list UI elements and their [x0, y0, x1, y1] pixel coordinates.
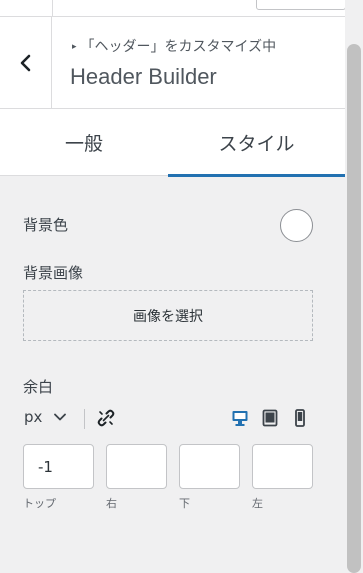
active-tab-indicator — [168, 174, 345, 177]
tab-style-label: スタイル — [218, 133, 295, 155]
tab-general[interactable]: 一般 — [0, 109, 168, 176]
divider — [52, 0, 53, 17]
spacing-label: 余白 — [23, 378, 54, 396]
desktop-icon[interactable] — [231, 409, 249, 427]
padding-top-label: トップ — [23, 497, 56, 510]
tablet-icon[interactable] — [261, 409, 279, 427]
top-button[interactable] — [256, 0, 346, 10]
top-strip — [0, 0, 346, 17]
chevron-left-icon — [20, 54, 30, 72]
padding-bottom-input[interactable] — [179, 444, 240, 489]
unit-select[interactable]: px — [24, 408, 67, 426]
tab-style[interactable]: スタイル — [168, 109, 345, 177]
breadcrumb-text: 「ヘッダー」をカスタマイズ中 — [80, 39, 277, 55]
divider — [84, 409, 85, 429]
select-image-button[interactable]: 画像を選択 — [23, 290, 313, 341]
padding-top-input[interactable]: -1 — [23, 444, 94, 489]
background-color-label: 背景色 — [23, 216, 69, 234]
section-header: ▸ 「ヘッダー」をカスタマイズ中 Header Builder — [0, 17, 345, 109]
padding-top-value: -1 — [38, 457, 53, 476]
padding-bottom-label: 下 — [179, 497, 190, 510]
unlink-icon[interactable] — [97, 409, 115, 427]
padding-left-label: 左 — [252, 497, 263, 510]
background-image-label: 背景画像 — [23, 264, 84, 282]
tab-bar: 一般 スタイル — [0, 109, 345, 177]
tab-general-label: 一般 — [64, 133, 103, 155]
page-title: Header Builder — [70, 64, 217, 89]
scrollbar-thumb[interactable] — [347, 44, 361, 573]
chevron-down-icon — [54, 413, 67, 421]
padding-right-input[interactable] — [106, 444, 167, 489]
breadcrumb: ▸ 「ヘッダー」をカスタマイズ中 — [72, 36, 276, 56]
background-color-picker[interactable] — [280, 209, 313, 242]
customizer-panel: ▸ 「ヘッダー」をカスタマイズ中 Header Builder 一般 スタイル 背… — [0, 0, 346, 573]
select-image-label: 画像を選択 — [133, 308, 203, 325]
padding-right-label: 右 — [106, 497, 117, 510]
back-button[interactable] — [0, 17, 52, 109]
padding-left-input[interactable] — [252, 444, 313, 489]
breadcrumb-marker: ▸ — [72, 42, 77, 52]
mobile-icon[interactable] — [291, 409, 309, 427]
unit-value: px — [24, 408, 43, 426]
